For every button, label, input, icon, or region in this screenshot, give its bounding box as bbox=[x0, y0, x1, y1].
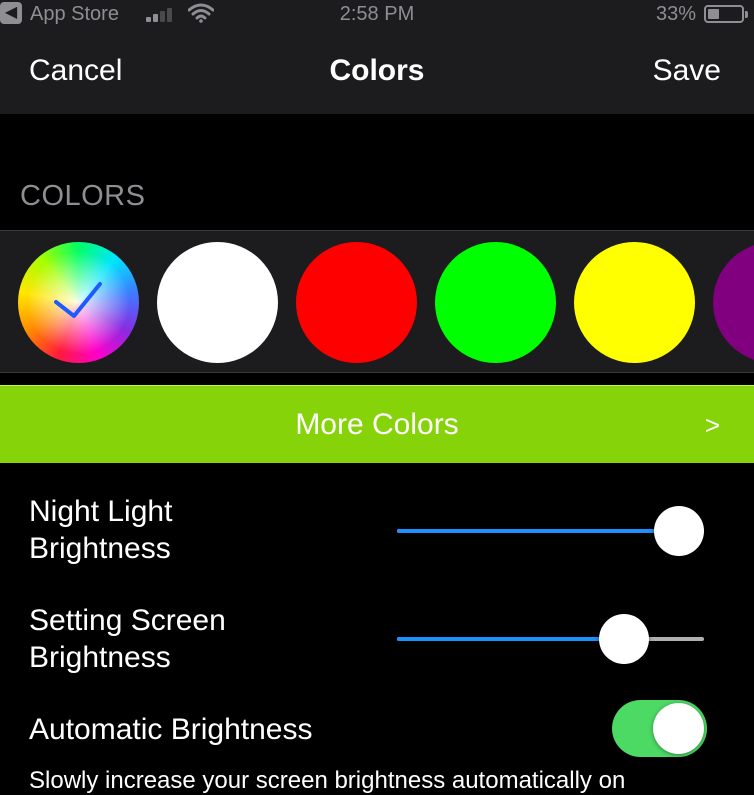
screen-brightness-label-line2: Brightness bbox=[29, 641, 171, 674]
white-swatch[interactable] bbox=[157, 242, 278, 363]
color-wheel-swatch[interactable] bbox=[18, 242, 139, 363]
night-light-brightness-label: Night Light Brightness bbox=[29, 493, 172, 567]
screen-brightness-label: Setting Screen Brightness bbox=[29, 602, 226, 676]
night-light-brightness-slider[interactable] bbox=[397, 503, 705, 559]
slider-thumb[interactable] bbox=[654, 506, 705, 556]
screen-brightness-label-line1: Setting Screen bbox=[29, 604, 226, 637]
night-light-label-line1: Night Light bbox=[29, 495, 173, 528]
screen-brightness-slider[interactable] bbox=[397, 611, 704, 667]
more-colors-button[interactable]: More Colors > bbox=[0, 385, 754, 463]
green-swatch[interactable] bbox=[435, 242, 556, 363]
colors-section-header: COLORS bbox=[20, 180, 146, 212]
red-swatch[interactable] bbox=[296, 242, 417, 363]
purple-swatch[interactable] bbox=[713, 242, 754, 363]
night-light-label-line2: Brightness bbox=[29, 532, 171, 565]
navigation-bar: Cancel Colors Save bbox=[0, 30, 754, 114]
automatic-brightness-description: Slowly increase your screen brightness a… bbox=[29, 767, 626, 794]
automatic-brightness-label: Automatic Brightness bbox=[29, 713, 313, 746]
automatic-brightness-toggle[interactable] bbox=[612, 700, 707, 757]
battery-percent: 33% bbox=[655, 3, 696, 25]
chevron-right-icon: > bbox=[704, 410, 720, 440]
checkmark-icon bbox=[54, 282, 102, 318]
clock: 2:58 PM bbox=[339, 3, 415, 25]
status-bar: ◀ App Store 2:58 PM 33% bbox=[0, 0, 754, 30]
save-button[interactable]: Save bbox=[653, 54, 721, 88]
more-colors-label: More Colors bbox=[295, 408, 459, 441]
page-title: Colors bbox=[329, 54, 425, 87]
yellow-swatch[interactable] bbox=[574, 242, 695, 363]
slider-thumb[interactable] bbox=[599, 614, 650, 664]
app-root: ◀ App Store 2:58 PM 33% Cancel Colors Sa… bbox=[0, 0, 754, 795]
color-swatch-strip[interactable] bbox=[0, 230, 754, 373]
battery-icon bbox=[704, 5, 748, 23]
